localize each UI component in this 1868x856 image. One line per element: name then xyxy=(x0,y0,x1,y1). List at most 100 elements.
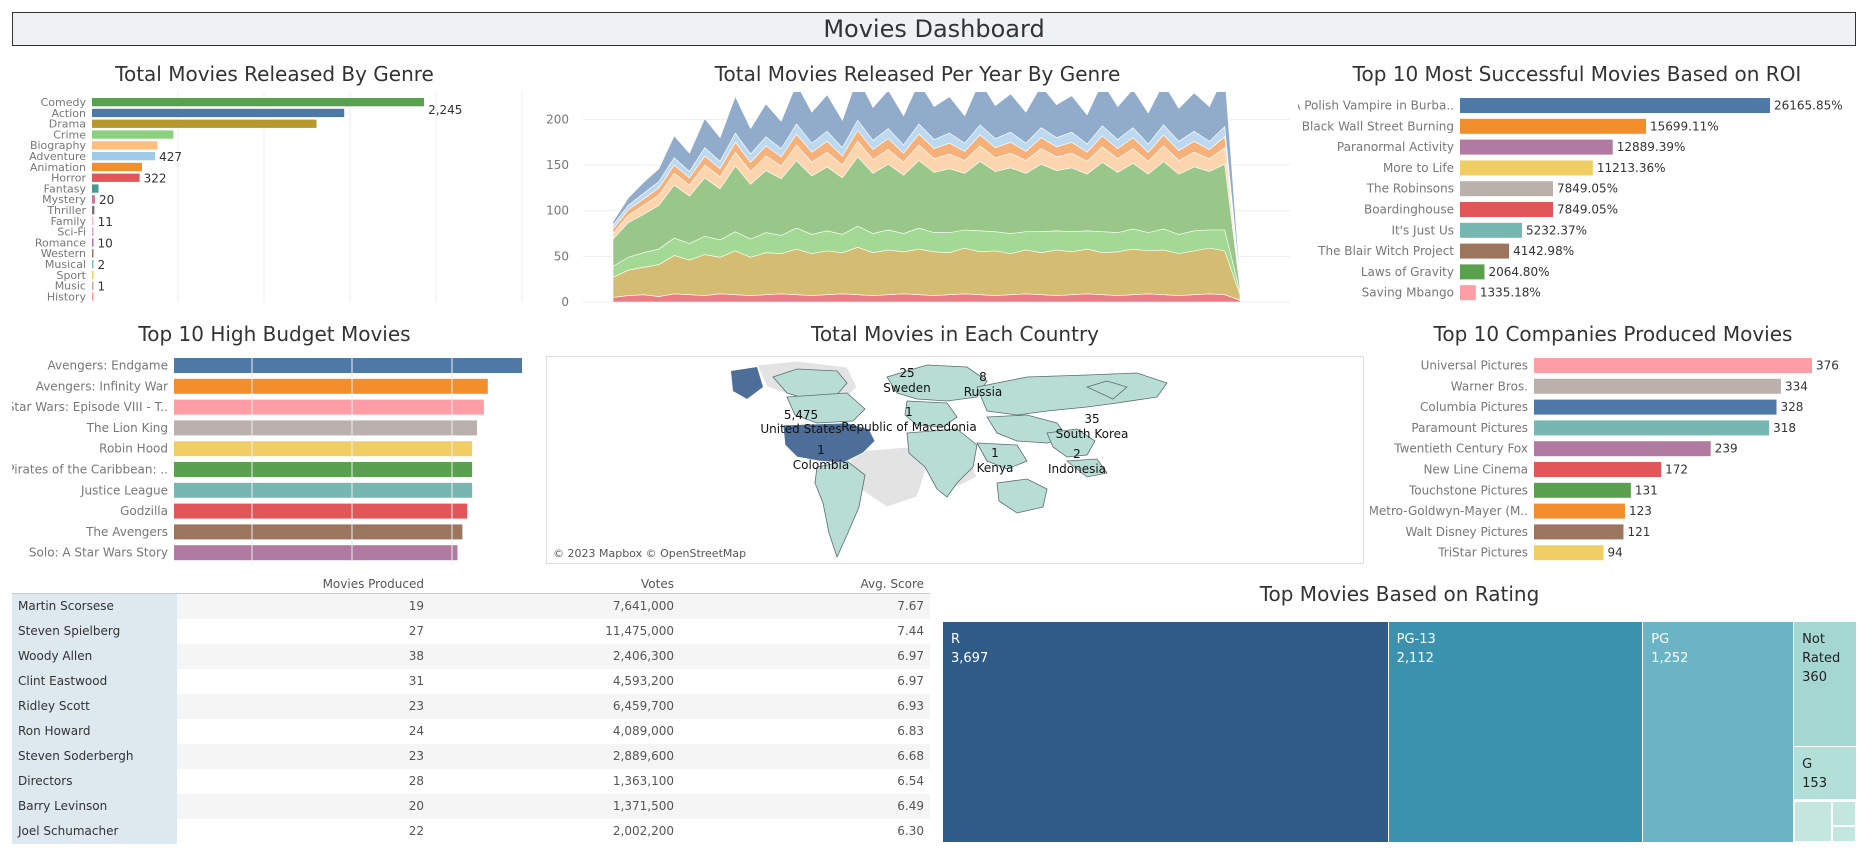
budget-chart-title: Top 10 High Budget Movies xyxy=(138,322,411,346)
map-value-indonesia: 2 xyxy=(1073,447,1081,461)
roi-tick-label: Black Wall Street Burning xyxy=(1302,119,1454,133)
table-body: Martin Scorsese 19 7,641,000 7.67 Steven Spi… xyxy=(12,594,930,844)
budget-tick-label: Robin Hood xyxy=(99,442,168,456)
table-row[interactable]: Barry Levinson 20 1,371,500 6.49 xyxy=(12,794,930,819)
cell-movies: 31 xyxy=(408,674,424,688)
treemap-cell[interactable]: Not Rated 360 xyxy=(1794,622,1856,747)
genre-bar xyxy=(92,216,94,226)
cell-name: Barry Levinson xyxy=(12,794,177,819)
genre-data-label: 20 xyxy=(99,193,114,207)
company-bar xyxy=(1534,358,1812,373)
company-bar xyxy=(1534,524,1624,540)
map-value-colombia: 1 xyxy=(817,443,825,457)
cell-movies: 23 xyxy=(408,749,424,763)
table-row[interactable]: Steven Soderbergh 23 2,889,600 6.68 xyxy=(12,744,930,769)
treemap-small-cell[interactable] xyxy=(1832,825,1857,842)
cell-score: 6.97 xyxy=(897,674,924,688)
companies-bar-chart[interactable]: Universal Pictures 376 Warner Bros. 334 Colu… xyxy=(1370,356,1860,564)
rating-treemap[interactable]: R 3,697 PG-13 2,112 PG 1,252 Not Rated 360 G 153 xyxy=(943,622,1867,842)
table-row[interactable]: Woody Allen 38 2,406,300 6.97 xyxy=(12,644,930,669)
treemap-cell[interactable]: PG-13 2,112 xyxy=(1388,622,1643,842)
company-data-label: 376 xyxy=(1816,359,1839,373)
roi-data-label: 2064.80% xyxy=(1488,265,1549,279)
cell-movies: 23 xyxy=(408,699,424,713)
map-label-sweden: Sweden xyxy=(883,381,930,395)
country-map[interactable]: 5,475 United States 25 Sweden 8 Russia 1… xyxy=(546,356,1364,564)
roi-bar xyxy=(1460,118,1646,134)
roi-tick-label: It's Just Us xyxy=(1391,223,1454,237)
company-data-label: 172 xyxy=(1665,463,1688,477)
company-data-label: 94 xyxy=(1608,546,1623,560)
table-row[interactable]: Martin Scorsese 19 7,641,000 7.67 xyxy=(12,594,930,619)
genre-bar xyxy=(92,173,140,182)
roi-data-label: 12889.39% xyxy=(1617,140,1686,154)
companies-chart-title: Top 10 Companies Produced Movies xyxy=(1433,322,1793,346)
budget-tick-label: Avengers: Endgame xyxy=(48,359,169,373)
map-label-russia: Russia xyxy=(964,385,1003,399)
cell-score: 6.68 xyxy=(897,749,924,763)
genre-data-label: 1 xyxy=(98,280,106,294)
area-tick-label: 50 xyxy=(554,249,569,263)
treemap-cell[interactable]: G 153 xyxy=(1794,747,1856,800)
map-value-russia: 8 xyxy=(979,370,987,384)
budget-tick-label: Avengers: Infinity War xyxy=(36,379,168,393)
treemap-small-cell[interactable] xyxy=(1856,801,1867,842)
table-row[interactable]: Clint Eastwood 31 4,593,200 6.97 xyxy=(12,669,930,694)
genre-bar xyxy=(92,130,174,139)
genre-data-label: 11 xyxy=(98,215,113,229)
map-label-macedonia: Republic of Macedonia xyxy=(841,420,976,434)
table-row[interactable]: Directors 28 1,363,100 6.54 xyxy=(12,769,930,794)
map-credit: © 2023 Mapbox © OpenStreetMap xyxy=(553,547,747,560)
genre-data-label: 10 xyxy=(98,236,113,250)
company-bar xyxy=(1534,399,1777,415)
roi-bar xyxy=(1460,160,1593,176)
map-value-sweden: 25 xyxy=(899,366,914,380)
treemap-small-cells[interactable] xyxy=(1794,800,1867,842)
cell-votes: 1,363,100 xyxy=(612,774,674,788)
header-votes[interactable]: Votes xyxy=(641,577,674,591)
treemap-cell[interactable]: R 3,697 xyxy=(943,622,1388,842)
roi-bar xyxy=(1460,243,1510,259)
directors-table: Movies Produced Votes Avg. Score Martin … xyxy=(12,574,930,844)
world-map-svg: 5,475 United States 25 Sweden 8 Russia 1… xyxy=(731,360,1168,559)
cell-movies: 19 xyxy=(408,599,424,613)
budget-bar xyxy=(174,358,522,373)
map-label-usa: United States xyxy=(760,422,841,436)
cell-name: Joel Schumacher xyxy=(12,819,177,844)
company-tick-label: TriStar Pictures xyxy=(1437,546,1528,560)
company-bar xyxy=(1534,545,1604,561)
cell-name: Directors xyxy=(12,769,177,794)
table-row[interactable]: Ron Howard 24 4,089,000 6.83 xyxy=(12,719,930,744)
genre-bar-chart[interactable]: Comedy2,245ActionDramaCrimeBiographyAdve… xyxy=(12,92,537,308)
cell-votes: 4,593,200 xyxy=(612,674,674,688)
roi-data-label: 11213.36% xyxy=(1597,161,1666,175)
header-movies-produced[interactable]: Movies Produced xyxy=(323,577,424,591)
year-genre-area-chart[interactable]: 0 50 100 150 200 xyxy=(545,92,1290,308)
table-row[interactable]: Steven Spielberg 27 11,475,000 7.44 xyxy=(12,619,930,644)
roi-bar xyxy=(1460,98,1770,113)
map-value-macedonia: 1 xyxy=(905,405,913,419)
cell-movies: 27 xyxy=(408,624,424,638)
treemap-small-cell[interactable] xyxy=(1794,801,1833,842)
budget-tick-label: Godzilla xyxy=(120,504,168,518)
header-avg-score[interactable]: Avg. Score xyxy=(861,577,924,591)
company-bar xyxy=(1534,482,1631,498)
budget-bar-chart[interactable]: Avengers: Endgame Avengers: Infinity War S… xyxy=(12,356,537,564)
table-row[interactable]: Ridley Scott 23 6,459,700 6.93 xyxy=(12,694,930,719)
company-bar xyxy=(1534,441,1711,457)
roi-bar xyxy=(1460,222,1522,238)
table-row[interactable]: Joel Schumacher 22 2,002,200 6.30 xyxy=(12,819,930,844)
budget-tick-label: The Lion King xyxy=(86,421,168,435)
treemap-cell[interactable]: PG 1,252 xyxy=(1643,622,1794,842)
roi-bar-chart[interactable]: A Polish Vampire in Burba.. 26165.85% Blac… xyxy=(1298,92,1858,308)
treemap-small-cell[interactable] xyxy=(1832,801,1857,826)
area-tick-label: 150 xyxy=(546,158,569,172)
genre-data-label: 2 xyxy=(98,258,106,272)
genre-bar xyxy=(92,195,95,204)
cell-score: 6.49 xyxy=(897,799,924,813)
genre-bar xyxy=(92,152,156,161)
map-label-indonesia: Indonesia xyxy=(1048,462,1106,476)
cell-movies: 24 xyxy=(408,724,424,738)
cell-movies: 38 xyxy=(408,649,424,663)
map-label-colombia: Colombia xyxy=(793,458,849,472)
